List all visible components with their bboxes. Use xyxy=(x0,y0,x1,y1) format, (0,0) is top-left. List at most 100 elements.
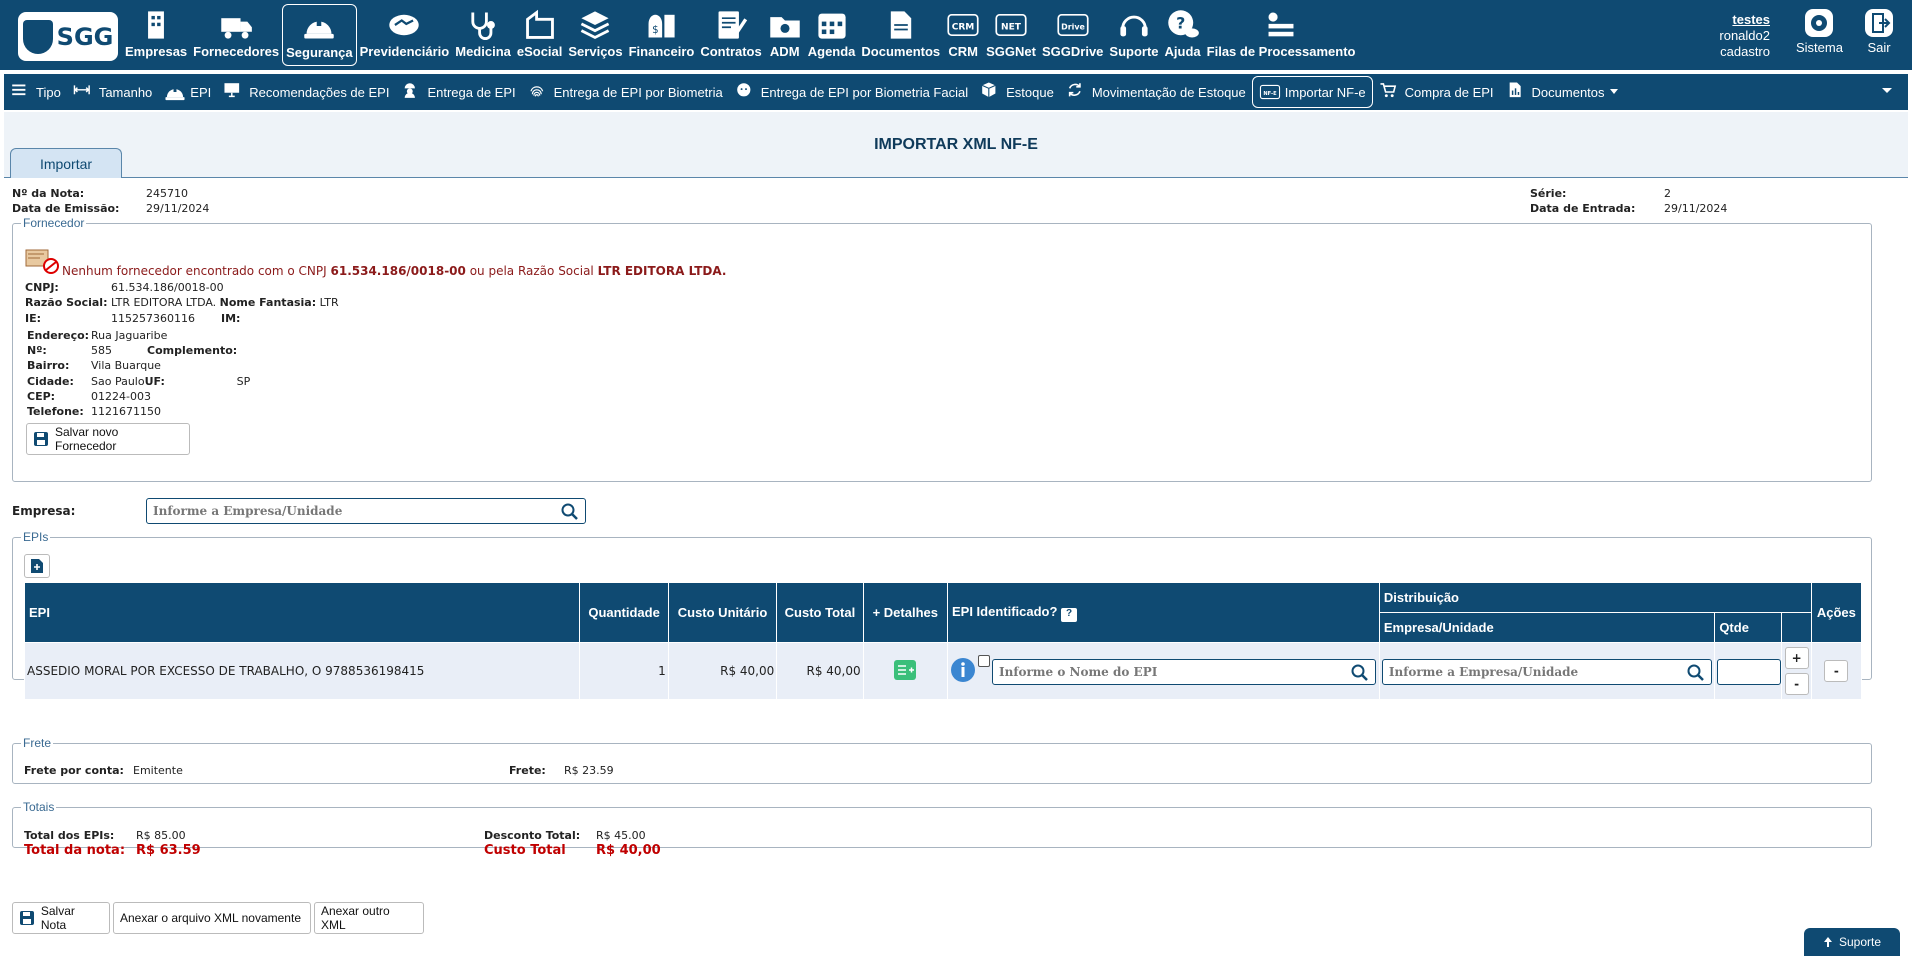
total-epis: R$ 85.00 xyxy=(136,829,186,842)
subnav-importar-nf-e[interactable]: NF-E Importar NF-e xyxy=(1251,76,1373,108)
search-icon[interactable] xyxy=(1687,664,1705,682)
add-epi-button[interactable] xyxy=(24,554,50,578)
logout-icon xyxy=(1865,9,1893,37)
tab-importar[interactable]: Importar xyxy=(10,148,122,178)
save-supplier-button[interactable]: Salvar novo Fornecedor xyxy=(26,423,190,455)
search-icon[interactable] xyxy=(561,503,579,521)
totais-right: Desconto Total: R$ 45.00 Custo Total R$ 40… xyxy=(484,829,661,858)
note-header-left: Nº da Nota: 245710 Data de Emissão: 29/11/… xyxy=(12,187,210,215)
module-esocial[interactable]: eSocial xyxy=(514,4,566,66)
module-documentos[interactable]: Documentos xyxy=(858,4,943,66)
attach-other-xml-button[interactable]: Anexar outro XML xyxy=(314,902,424,934)
empresa-label: Empresa: xyxy=(12,504,76,518)
module-financeiro[interactable]: $ Financeiro xyxy=(626,4,698,66)
subnav-tamanho[interactable]: Tamanho xyxy=(67,76,158,108)
col-epi: EPI xyxy=(23,582,581,643)
handshake-icon xyxy=(387,6,421,44)
calendar-icon xyxy=(815,6,849,44)
epi-identificado-cell: Informe o Nome do EPI xyxy=(946,642,1380,700)
subnav-entrega-de-epi-por-biometria-facial[interactable]: Entrega de EPI por Biometria Facial xyxy=(729,76,974,108)
sistema-button[interactable]: Sistema xyxy=(1796,6,1843,55)
remove-distribution-button[interactable]: - xyxy=(1784,673,1809,695)
subnav-estoque[interactable]: Estoque xyxy=(974,76,1060,108)
module-fornecedores[interactable]: Fornecedores xyxy=(190,4,282,66)
net-icon: NET xyxy=(994,6,1028,44)
col-distribuicao: Distribuição xyxy=(1378,582,1812,613)
subnav-entrega-de-epi[interactable]: Entrega de EPI xyxy=(395,76,521,108)
user-link[interactable]: testes xyxy=(1719,12,1770,28)
module-sggnet[interactable]: NET SGGNet xyxy=(983,4,1039,66)
supplier-not-found-icon xyxy=(25,249,59,274)
presentation-icon xyxy=(223,81,245,103)
support-button[interactable]: Suporte xyxy=(1804,928,1900,956)
cart-icon xyxy=(1379,81,1401,103)
module-sggdrive[interactable]: Drive SGGDrive xyxy=(1039,4,1106,66)
module-contratos[interactable]: Contratos xyxy=(697,4,764,66)
help-tooltip-icon[interactable]: ? xyxy=(1061,607,1078,622)
epi-name-cell: ASSEDIO MORAL POR EXCESSO DE TRABALHO, O… xyxy=(23,642,581,700)
floppy-disk-icon xyxy=(34,432,48,446)
module-adm[interactable]: ADM xyxy=(765,4,805,66)
detalhes-cell xyxy=(862,642,948,700)
details-add-icon[interactable] xyxy=(894,659,917,680)
module-previdenciário[interactable]: Previdenciário xyxy=(357,4,453,66)
totais-section: Totais xyxy=(12,800,1872,848)
report-icon xyxy=(1506,81,1528,103)
sgg-logo[interactable]: SGG xyxy=(18,12,118,61)
col-custo-unitario: Custo Unitário xyxy=(667,582,778,643)
sair-button[interactable]: Sair xyxy=(1862,6,1896,55)
crm-icon: CRM xyxy=(946,6,980,44)
subnav-epi[interactable]: EPI xyxy=(158,76,217,108)
subnav-recomendaç-es-de-epi[interactable]: Recomendações de EPI xyxy=(217,76,395,108)
module-crm[interactable]: CRM CRM xyxy=(943,4,983,66)
security-submenu: Tipo Tamanho EPI Recomendações de EPI Entreg… xyxy=(4,74,1908,110)
module-filas-de-processamento[interactable]: Filas de Processamento xyxy=(1204,4,1359,66)
module-medicina[interactable]: Medicina xyxy=(452,4,514,66)
reattach-xml-button[interactable]: Anexar o arquivo XML novamente xyxy=(113,902,311,934)
user-info: testes ronaldo2 cadastro xyxy=(1719,12,1770,60)
chevron-down-icon[interactable] xyxy=(1880,86,1894,96)
module-agenda[interactable]: Agenda xyxy=(805,4,859,66)
document-icon xyxy=(884,6,918,44)
svg-text:Drive: Drive xyxy=(1061,23,1085,32)
module-empresas[interactable]: Empresas xyxy=(122,4,190,66)
col-qtde: Qtde xyxy=(1714,612,1782,643)
subnav-compra-de-epi[interactable]: Compra de EPI xyxy=(1373,76,1500,108)
queue-icon xyxy=(1264,6,1298,44)
col-acoes: Ações xyxy=(1810,582,1863,643)
col-detalhes: + Detalhes xyxy=(862,582,948,643)
qtde-input[interactable] xyxy=(1717,659,1782,685)
add-file-icon xyxy=(31,559,43,573)
save-note-button[interactable]: Salvar Nota xyxy=(12,902,110,934)
subnav-tipo[interactable]: Tipo xyxy=(4,76,67,108)
box-icon xyxy=(980,81,1002,103)
refresh-icon xyxy=(1066,81,1088,103)
epi-name-search-input[interactable]: Informe o Nome do EPI xyxy=(991,659,1376,685)
epi-identified-checkbox[interactable] xyxy=(977,655,990,667)
module-segurança[interactable]: Segurança xyxy=(282,4,357,66)
supplier-warning: Nenhum fornecedor encontrado com o CNPJ … xyxy=(62,264,727,278)
module-serviços[interactable]: Serviços xyxy=(565,4,625,66)
custo-total: R$ 40,00 xyxy=(596,843,661,858)
distribution-empresa-search-input[interactable]: Informe a Empresa/Unidade xyxy=(1381,659,1712,685)
subnav-entrega-de-epi-por-biometria[interactable]: Entrega de EPI por Biometria xyxy=(522,76,729,108)
remove-epi-button[interactable]: - xyxy=(1824,660,1849,682)
empresa-search-input[interactable]: Informe a Empresa/Unidade xyxy=(146,498,586,524)
help-chat-icon: ? xyxy=(1166,6,1200,44)
svg-text:NF-E: NF-E xyxy=(1263,91,1277,97)
main-panel: IMPORTAR XML NF-E Importar Nº da Nota: 24… xyxy=(4,112,1908,956)
module-ajuda[interactable]: ? Ajuda xyxy=(1162,4,1204,66)
gear-icon xyxy=(1805,9,1834,37)
dropdown-caret-icon xyxy=(1609,89,1618,94)
stethoscope-icon xyxy=(466,6,500,44)
nota-numero: 245710 xyxy=(146,187,188,200)
distribuicao-qtde-cell xyxy=(1714,642,1782,700)
subnav-documentos[interactable]: Documentos xyxy=(1500,76,1625,108)
contract-icon xyxy=(714,6,748,44)
col-custo-total: Custo Total xyxy=(776,582,864,643)
module-suporte[interactable]: Suporte xyxy=(1106,4,1161,66)
search-icon[interactable] xyxy=(1351,664,1369,682)
subnav-movimentação-de-estoque[interactable]: Movimentação de Estoque xyxy=(1060,76,1252,108)
add-distribution-button[interactable]: + xyxy=(1784,647,1809,669)
info-icon[interactable] xyxy=(950,657,976,683)
